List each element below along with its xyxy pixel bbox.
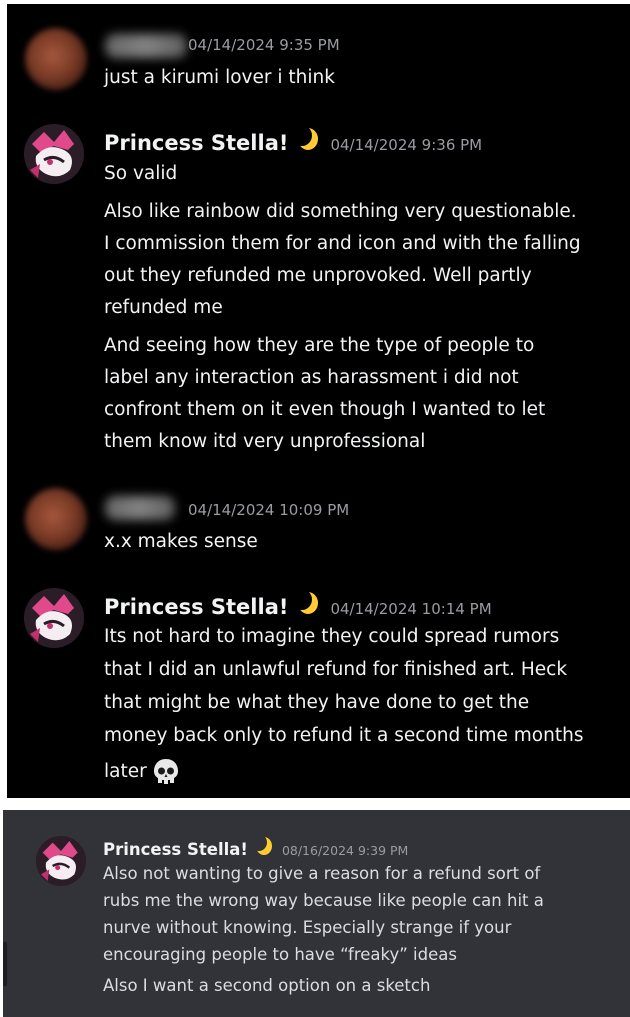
- message-text: x.x makes sense: [104, 531, 258, 552]
- message-text: confront them on it even though I wanted…: [104, 399, 546, 420]
- username[interactable]: Princess Stella!: [104, 595, 288, 619]
- avatar[interactable]: [25, 488, 87, 550]
- message-text: I commission them for and icon and with …: [104, 233, 581, 254]
- avatar[interactable]: [36, 836, 86, 886]
- crescent-moon-icon: [250, 834, 272, 855]
- message-text: just a kirumi lover i think: [104, 67, 335, 88]
- message-text: Also like rainbow did something very que…: [104, 201, 577, 222]
- message-text: later: [104, 758, 179, 786]
- chat-panel-top: 04/14/2024 9:35 PM just a kirumi lover i…: [7, 4, 630, 798]
- avatar-art-icon: [24, 588, 84, 648]
- message-text-fragment: later: [104, 761, 147, 782]
- message-text: them know itd very unprofessional: [104, 431, 426, 452]
- message-timestamp[interactable]: 04/14/2024 9:35 PM: [188, 36, 340, 54]
- avatar-art-icon: [24, 124, 84, 184]
- username[interactable]: Princess Stella!: [103, 840, 248, 859]
- avatar-art-icon: [36, 836, 86, 886]
- message-text: label any interaction as harassment i di…: [104, 367, 519, 388]
- message-text: And seeing how they are the type of peop…: [104, 335, 535, 356]
- message-text: money back only to refund it a second ti…: [104, 725, 584, 746]
- message-text: Also I want a second option on a sketch: [103, 976, 431, 995]
- message-timestamp[interactable]: 04/14/2024 9:36 PM: [330, 136, 482, 154]
- avatar[interactable]: [24, 124, 84, 184]
- message-text: encouraging people to have “freaky” idea…: [103, 945, 457, 964]
- avatar[interactable]: [24, 588, 84, 648]
- crescent-moon-icon: [292, 589, 319, 614]
- username[interactable]: Princess Stella!: [104, 131, 288, 155]
- scroll-edge: [3, 942, 7, 986]
- message-text: So valid: [104, 163, 178, 184]
- message-text: nurve without knowing. Especially strang…: [103, 918, 512, 937]
- message-text: out they refunded me unprovoked. Well pa…: [104, 265, 532, 286]
- message-timestamp[interactable]: 04/14/2024 10:14 PM: [330, 600, 491, 618]
- message-text: that I did an unlawful refund for finish…: [104, 659, 568, 680]
- message-text: Also not wanting to give a reason for a …: [103, 864, 541, 883]
- avatar[interactable]: [25, 28, 87, 90]
- chat-panel-bottom: Princess Stella! 08/16/2024 9:39 PM Also…: [3, 810, 630, 1017]
- message-timestamp[interactable]: 04/14/2024 10:09 PM: [188, 501, 349, 519]
- message-text: that might be what they have done to get…: [104, 692, 530, 713]
- crescent-moon-icon: [292, 125, 319, 150]
- skull-icon: [153, 759, 178, 784]
- message-timestamp[interactable]: 08/16/2024 9:39 PM: [282, 843, 408, 858]
- message-text: rubs me the wrong way because like peopl…: [103, 891, 544, 910]
- message-text: refunded me: [104, 297, 223, 318]
- message-text: Its not hard to imagine they could sprea…: [104, 626, 560, 647]
- redacted-username: [105, 34, 187, 58]
- redacted-username: [105, 496, 175, 520]
